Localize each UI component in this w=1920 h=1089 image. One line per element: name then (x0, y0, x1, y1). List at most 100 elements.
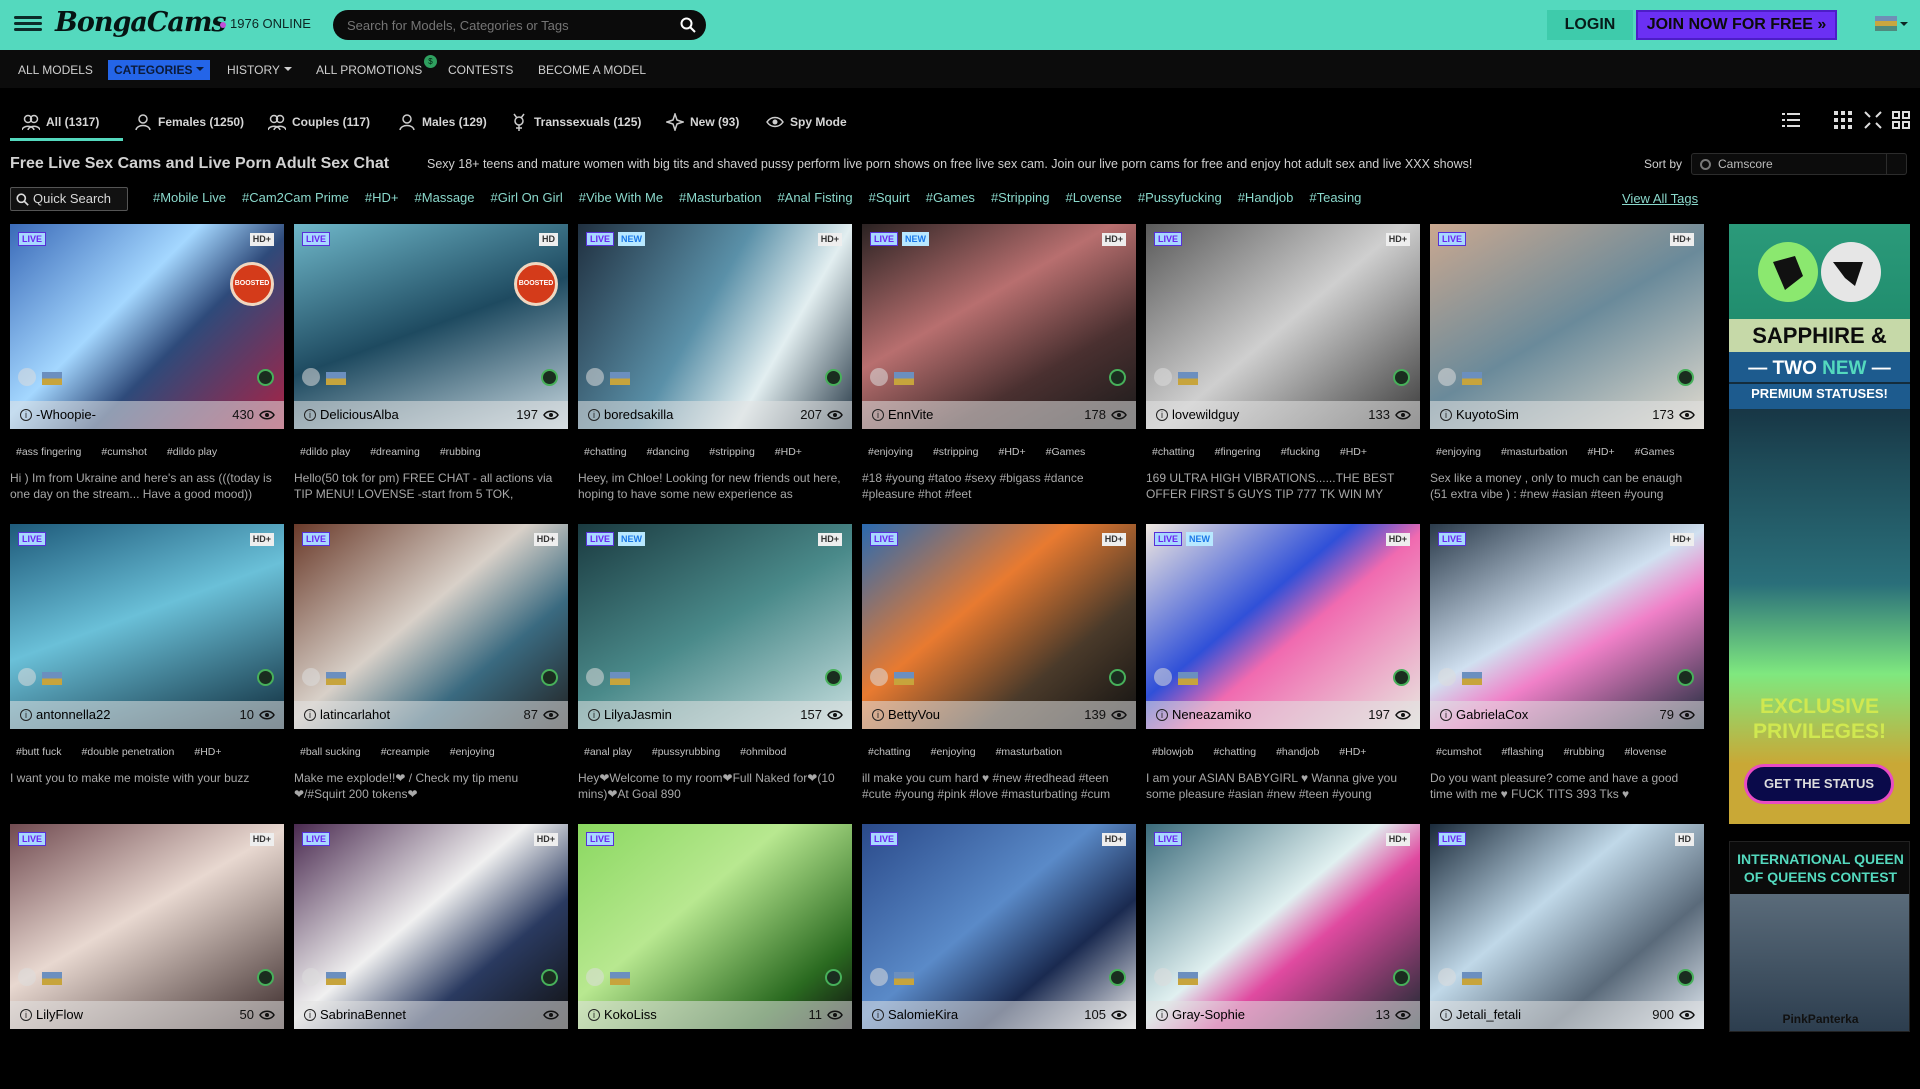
zoom-icon[interactable] (1154, 668, 1172, 686)
info-icon[interactable]: i (1440, 409, 1452, 421)
tag-link[interactable]: #HD+ (365, 190, 399, 205)
zoom-icon[interactable] (586, 968, 604, 986)
model-thumbnail[interactable]: LIVE i KokoLiss 11 (578, 824, 852, 1029)
model-card[interactable]: LIVE HD+ i lovewildguy 133 #chatting #fingerin… (1146, 224, 1420, 501)
nav-contests[interactable]: CONTESTS (448, 62, 513, 78)
tag-link[interactable]: #Teasing (1309, 190, 1361, 205)
tag-link[interactable]: #Lovense (1065, 190, 1121, 205)
tab-transsexuals[interactable]: Transsexuals (125) (510, 112, 641, 132)
model-tag[interactable]: #fingering (1215, 446, 1261, 458)
model-thumbnail[interactable]: LIVE HD+ i LilyFlow 50 (10, 824, 284, 1029)
zoom-icon[interactable] (870, 368, 888, 386)
model-thumbnail[interactable]: LIVE NEW HD+ i boredsakilla 207 (578, 224, 852, 429)
grid-large-icon[interactable] (1892, 111, 1910, 129)
login-button[interactable]: LOGIN (1547, 10, 1633, 40)
model-tag[interactable]: #masturbation (996, 746, 1063, 758)
model-name[interactable]: Gray-Sophie (1172, 1007, 1245, 1022)
zoom-icon[interactable] (1154, 368, 1172, 386)
tag-link[interactable]: #Anal Fisting (777, 190, 852, 205)
contest-banner[interactable]: INTERNATIONAL QUEEN OF QUEENS CONTEST Pi… (1729, 841, 1910, 1032)
model-thumbnail[interactable]: LIVE HD+ i SabrinaBennet (294, 824, 568, 1029)
model-thumbnail[interactable]: LIVE HD+ i Gray-Sophie 13 (1146, 824, 1420, 1029)
tab-all[interactable]: All (1317) (22, 112, 99, 132)
model-tag[interactable]: #stripping (933, 446, 979, 458)
model-tag[interactable]: #dildo play (167, 446, 217, 458)
model-name[interactable]: KuyotoSim (1456, 407, 1519, 422)
zoom-icon[interactable] (1438, 368, 1456, 386)
model-tag[interactable]: #butt fuck (16, 746, 62, 758)
info-icon[interactable]: i (304, 1009, 316, 1021)
zoom-icon[interactable] (18, 668, 36, 686)
model-tag[interactable]: #dancing (647, 446, 690, 458)
info-icon[interactable]: i (1156, 409, 1168, 421)
tag-link[interactable]: #Pussyfucking (1138, 190, 1222, 205)
model-card[interactable]: LIVE NEW HD+ i boredsakilla 207 #chatting #danc… (578, 224, 852, 501)
model-name[interactable]: KokoLiss (604, 1007, 657, 1022)
model-name[interactable]: latincarlahot (320, 707, 390, 722)
model-card[interactable]: LIVE HD+ i antonnella22 10 #butt fuck #double … (10, 524, 284, 789)
model-card[interactable]: LIVE HD+ i Gray-Sophie 13 (1146, 824, 1420, 1089)
model-card[interactable]: LIVE NEW HD+ i LilyaJasmin 157 #anal play #puss… (578, 524, 852, 801)
model-tag[interactable]: #HD+ (1588, 446, 1615, 458)
zoom-icon[interactable] (302, 968, 320, 986)
model-card[interactable]: LIVE i KokoLiss 11 (578, 824, 852, 1089)
model-tag[interactable]: #ass fingering (16, 446, 81, 458)
tag-link[interactable]: #Squirt (869, 190, 910, 205)
tab-males[interactable]: Males (129) (398, 112, 487, 132)
zoom-icon[interactable] (302, 668, 320, 686)
nav-become-model[interactable]: BECOME A MODEL (538, 62, 646, 78)
nav-all-models[interactable]: ALL MODELS (18, 62, 93, 78)
model-tag[interactable]: #dreaming (370, 446, 420, 458)
search-icon[interactable] (680, 17, 696, 33)
model-tag[interactable]: #pussyrubbing (652, 746, 720, 758)
model-tag[interactable]: #ball sucking (300, 746, 361, 758)
model-card[interactable]: LIVE HD+ i SabrinaBennet (294, 824, 568, 1089)
model-tag[interactable]: #rubbing (1564, 746, 1605, 758)
model-card[interactable]: LIVE NEW HD+ i Neneazamiko 197 #blowjob #chatti… (1146, 524, 1420, 801)
model-name[interactable]: GabrielaCox (1456, 707, 1528, 722)
model-tag[interactable]: #double penetration (82, 746, 175, 758)
tag-link[interactable]: #Masturbation (679, 190, 761, 205)
info-icon[interactable]: i (1156, 1009, 1168, 1021)
grid-small-icon[interactable] (1834, 111, 1852, 129)
model-tag[interactable]: #lovense (1624, 746, 1666, 758)
model-thumbnail[interactable]: LIVE NEW HD+ i Neneazamiko 197 (1146, 524, 1420, 729)
info-icon[interactable]: i (304, 409, 316, 421)
info-icon[interactable]: i (1440, 1009, 1452, 1021)
tag-link[interactable]: #Handjob (1238, 190, 1294, 205)
nav-categories[interactable]: CATEGORIES (108, 60, 211, 80)
model-tag[interactable]: #chatting (584, 446, 627, 458)
zoom-icon[interactable] (302, 368, 320, 386)
model-thumbnail[interactable]: LIVE HD BOOSTED i DeliciousAlba 197 (294, 224, 568, 429)
zoom-icon[interactable] (870, 668, 888, 686)
chevron-down-icon[interactable] (1900, 22, 1908, 30)
info-icon[interactable]: i (872, 1009, 884, 1021)
model-name[interactable]: Neneazamiko (1172, 707, 1252, 722)
model-tag[interactable]: #enjoying (868, 446, 913, 458)
model-tag[interactable]: #enjoying (931, 746, 976, 758)
model-card[interactable]: LIVE NEW HD+ i EnnVite 178 #enjoying #stripping… (862, 224, 1136, 501)
model-thumbnail[interactable]: LIVE HD+ i BettyVou 139 (862, 524, 1136, 729)
model-name[interactable]: antonnella22 (36, 707, 110, 722)
tab-females[interactable]: Females (1250) (134, 112, 244, 132)
model-tag[interactable]: #Games (1046, 446, 1086, 458)
info-icon[interactable]: i (588, 409, 600, 421)
language-flag-icon[interactable] (1875, 16, 1897, 31)
model-tag[interactable]: #cumshot (101, 446, 147, 458)
nav-all-promotions[interactable]: ALL PROMOTIONS (316, 62, 422, 78)
zoom-icon[interactable] (1154, 968, 1172, 986)
model-card[interactable]: LIVE HD+ i SalomieKira 105 (862, 824, 1136, 1089)
model-thumbnail[interactable]: LIVE HD+ i SalomieKira 105 (862, 824, 1136, 1029)
model-tag[interactable]: #handjob (1276, 746, 1319, 758)
model-tag[interactable]: #flashing (1502, 746, 1544, 758)
model-tag[interactable]: #chatting (868, 746, 911, 758)
info-icon[interactable]: i (588, 1009, 600, 1021)
zoom-icon[interactable] (1438, 968, 1456, 986)
view-all-tags-link[interactable]: View All Tags (1622, 191, 1698, 206)
info-icon[interactable]: i (20, 1009, 32, 1021)
zoom-icon[interactable] (18, 368, 36, 386)
model-name[interactable]: -Whoopie- (36, 407, 96, 422)
model-thumbnail[interactable]: LIVE HD+ i antonnella22 10 (10, 524, 284, 729)
model-tag[interactable]: #dildo play (300, 446, 350, 458)
model-thumbnail[interactable]: LIVE HD+ BOOSTED i -Whoopie- 430 (10, 224, 284, 429)
